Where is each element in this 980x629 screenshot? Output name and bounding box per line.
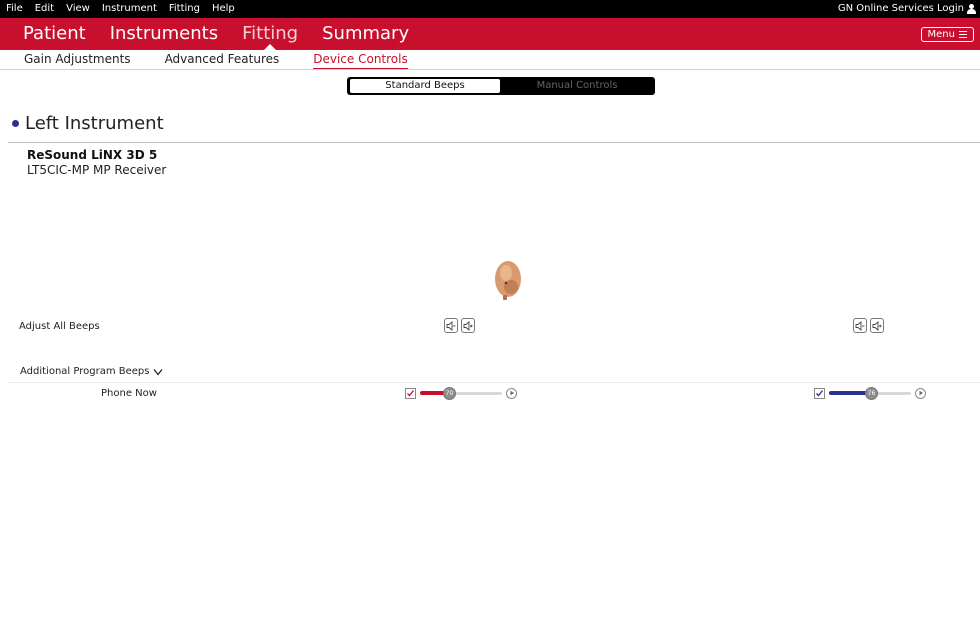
menu-view[interactable]: View <box>66 3 90 14</box>
beep-mode-toggle: Standard Beeps Manual Controls <box>347 77 655 95</box>
subtab-device-controls[interactable]: Device Controls <box>313 52 408 69</box>
adjust-all-beeps-label: Adjust All Beeps <box>19 321 100 332</box>
speaker-minus-icon <box>855 320 865 331</box>
right-volume-up-button[interactable] <box>870 318 884 333</box>
main-navigation: Patient Instruments Fitting Summary Menu <box>0 18 980 50</box>
menu-edit[interactable]: Edit <box>35 3 54 14</box>
device-name: ReSound LiNX 3D 5 <box>27 148 158 162</box>
phone-now-label: Phone Now <box>101 388 157 399</box>
side-indicator-dot <box>12 120 19 127</box>
left-play-beep-button[interactable] <box>506 387 517 399</box>
sub-navigation: Gain Adjustments Advanced Features Devic… <box>0 50 980 70</box>
hamburger-icon <box>959 31 967 38</box>
right-volume-down-button[interactable] <box>853 318 867 333</box>
toggle-standard-beeps[interactable]: Standard Beeps <box>350 79 500 93</box>
speaker-plus-icon <box>463 320 473 331</box>
menu-fitting[interactable]: Fitting <box>169 3 200 14</box>
additional-program-beeps-label: Additional Program Beeps <box>20 366 150 377</box>
left-phone-beep-slider[interactable]: 70 <box>420 387 502 400</box>
play-icon <box>919 390 923 396</box>
tab-instruments[interactable]: Instruments <box>98 18 230 50</box>
chevron-down-icon <box>153 368 163 376</box>
slider-fill <box>829 391 869 395</box>
toggle-manual-controls[interactable]: Manual Controls <box>502 79 652 93</box>
slider-knob[interactable]: 70 <box>443 387 456 400</box>
menu-help[interactable]: Help <box>212 3 235 14</box>
row-divider <box>8 382 980 383</box>
sub-tabs: Gain Adjustments Advanced Features Devic… <box>24 52 408 69</box>
speaker-plus-icon <box>872 320 882 331</box>
menu-instrument[interactable]: Instrument <box>102 3 157 14</box>
play-icon <box>510 390 514 396</box>
main-tabs: Patient Instruments Fitting Summary <box>0 18 421 50</box>
menu-file[interactable]: File <box>6 3 23 14</box>
checkmark-icon <box>407 389 415 396</box>
right-phone-beep-control: 76 <box>814 387 926 400</box>
tab-summary[interactable]: Summary <box>310 18 421 50</box>
left-phone-beep-control: 70 <box>405 387 517 400</box>
speaker-minus-icon <box>446 320 456 331</box>
user-icon <box>967 3 976 14</box>
menu-button[interactable]: Menu <box>920 27 974 42</box>
right-volume-buttons <box>853 318 884 333</box>
left-volume-down-button[interactable] <box>444 318 458 333</box>
slider-knob[interactable]: 76 <box>865 387 878 400</box>
login-label: GN Online Services Login <box>837 3 964 14</box>
additional-program-beeps-toggle[interactable]: Additional Program Beeps <box>20 366 163 377</box>
left-volume-buttons <box>444 318 475 333</box>
menu-bar: File Edit View Instrument Fitting Help G… <box>0 0 980 18</box>
section-title: Left Instrument <box>12 113 164 134</box>
right-phone-beep-slider[interactable]: 76 <box>829 387 911 400</box>
online-services-login[interactable]: GN Online Services Login <box>838 3 976 14</box>
right-play-beep-button[interactable] <box>915 387 926 399</box>
tab-patient[interactable]: Patient <box>0 18 98 50</box>
hearing-aid-image <box>495 261 521 300</box>
checkmark-icon <box>816 389 824 396</box>
device-model: LT5CIC-MP MP Receiver <box>27 163 167 177</box>
section-title-text: Left Instrument <box>25 113 164 134</box>
menu-button-label: Menu <box>927 29 955 40</box>
tab-fitting[interactable]: Fitting <box>230 18 310 50</box>
menu-items: File Edit View Instrument Fitting Help <box>6 3 235 14</box>
left-phone-beep-checkbox[interactable] <box>405 387 416 399</box>
subtab-advanced-features[interactable]: Advanced Features <box>165 52 280 69</box>
left-volume-up-button[interactable] <box>461 318 475 333</box>
section-divider <box>8 142 980 143</box>
right-phone-beep-checkbox[interactable] <box>814 387 825 399</box>
subtab-gain-adjustments[interactable]: Gain Adjustments <box>24 52 131 69</box>
